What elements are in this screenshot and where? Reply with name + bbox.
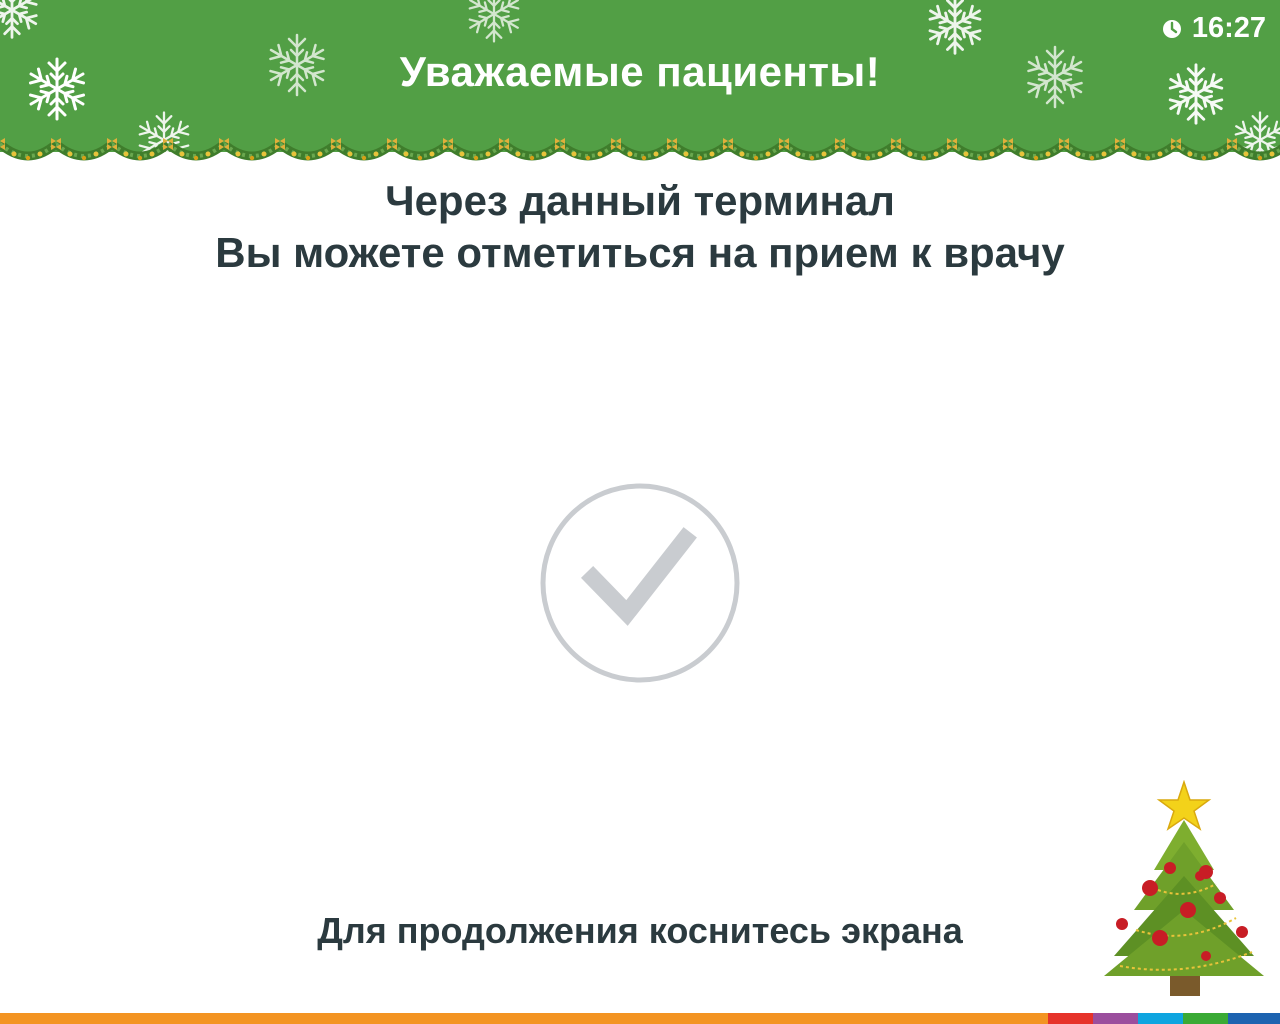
headline-line-2: Вы можете отметиться на прием к врачу	[215, 229, 1065, 276]
brand-color-bar	[0, 1013, 1280, 1024]
header-title: Уважаемые пациенты!	[399, 48, 881, 95]
clock-icon	[1162, 19, 1181, 38]
instruction-headline: Через данный терминал Вы можете отметить…	[0, 175, 1280, 279]
terminal-screen[interactable]: Уважаемые пациенты! 16:27 Через данный т…	[0, 0, 1280, 1024]
bar-segment-orange	[0, 1013, 1048, 1024]
bar-segment-purple	[1093, 1013, 1138, 1024]
header-banner: Уважаемые пациенты! 16:27	[0, 0, 1280, 152]
snowflake-icon	[465, 0, 523, 43]
bar-segment-red	[1048, 1013, 1093, 1024]
headline-line-1: Через данный терминал	[385, 177, 895, 224]
christmas-tree-icon	[1104, 780, 1264, 996]
bar-segment-blue	[1138, 1013, 1183, 1024]
christmas-garland-icon	[0, 134, 1280, 176]
snowflake-icon	[0, 0, 41, 39]
bar-segment-green	[1183, 1013, 1228, 1024]
clock: 16:27	[1162, 12, 1266, 45]
checkmark-circle-icon[interactable]	[540, 483, 740, 683]
bar-segment-darkblue	[1228, 1013, 1280, 1024]
continue-hint: Для продолжения коснитесь экрана	[317, 910, 963, 951]
clock-time: 16:27	[1191, 12, 1266, 44]
